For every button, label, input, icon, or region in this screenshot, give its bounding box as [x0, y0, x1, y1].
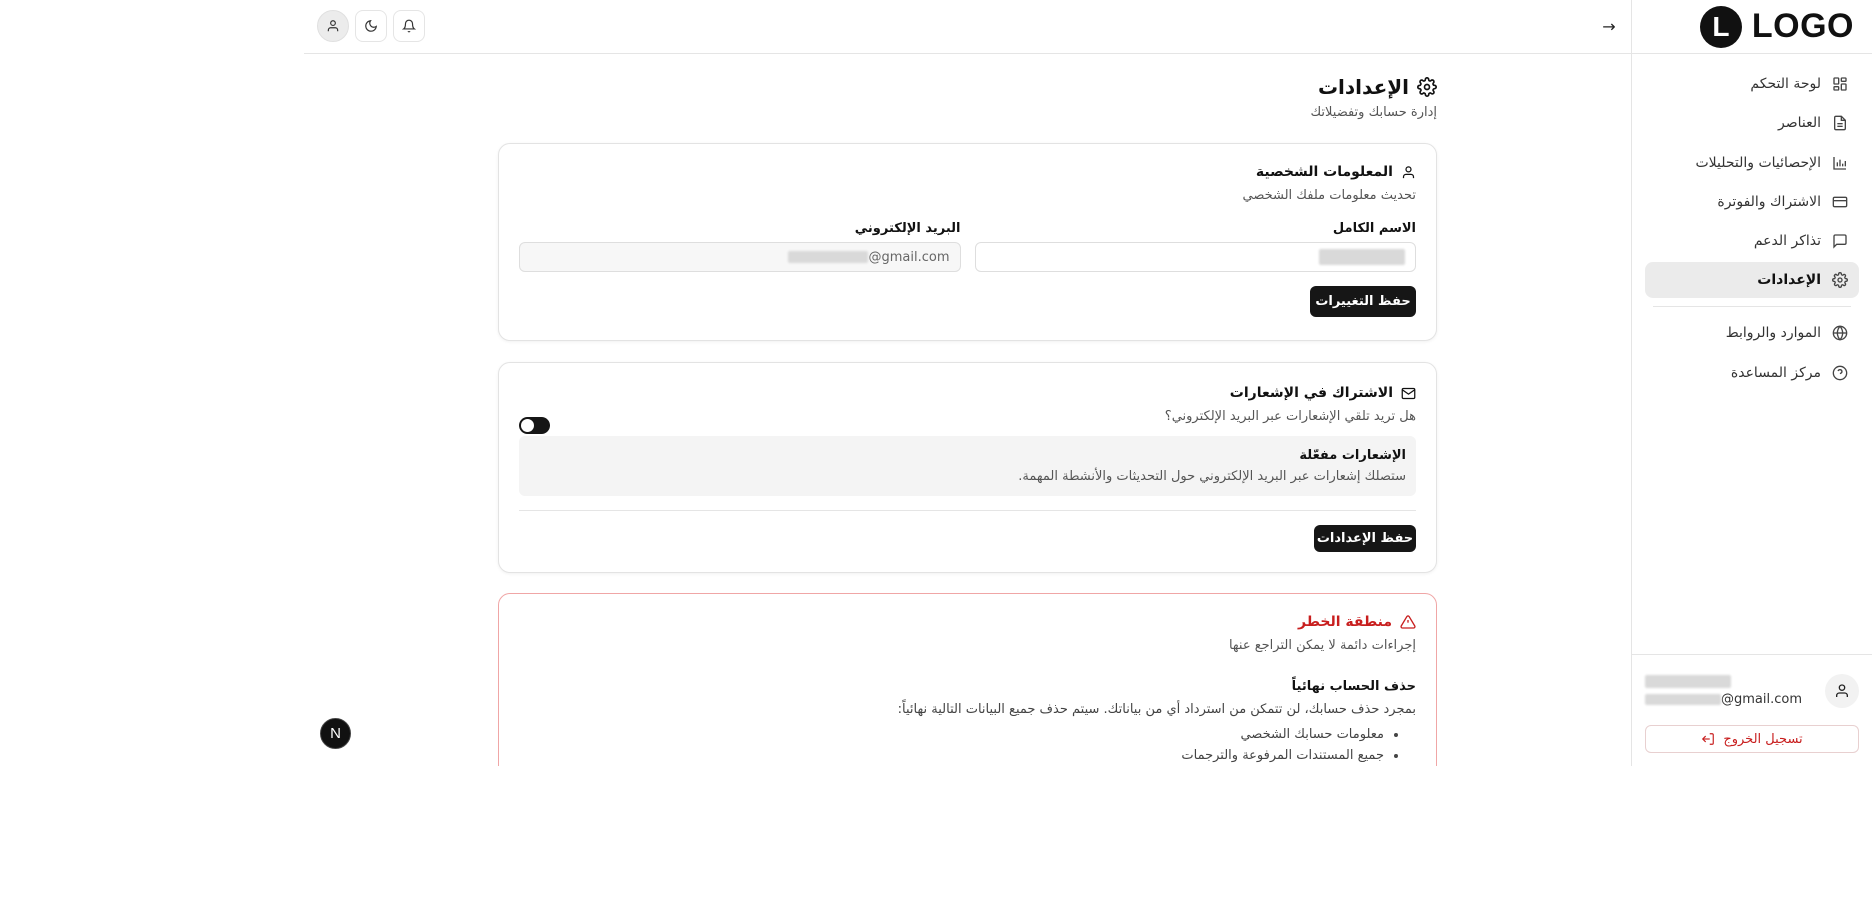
delete-account-text: بمجرد حذف حسابك، لن تتمكن من استرداد أي …	[897, 702, 1416, 717]
nextjs-dev-badge[interactable]: N	[320, 718, 351, 749]
full-name-field: الاسم الكامل	[974, 221, 1416, 272]
list-item: جميع المستندات المرفوعة والترجمات	[519, 748, 1384, 763]
user-email: @gmail.com	[1645, 692, 1802, 707]
danger-desc: إجراءات دائمة لا يمكن التراجع عنها	[1228, 638, 1416, 653]
globe-icon	[1831, 324, 1849, 342]
dashboard-icon	[1831, 75, 1849, 93]
sidebar-toggle-arrow-icon[interactable]: →	[1599, 16, 1619, 36]
notice-desc: ستصلك إشعارات عبر البريد الإلكتروني حول …	[1018, 469, 1406, 484]
chat-icon	[1831, 232, 1849, 250]
page-subtitle: إدارة حسابك وتفضيلاتك	[1310, 105, 1437, 120]
sidebar-item-label: العناصر	[1777, 115, 1821, 132]
sidebar-item-analytics[interactable]: الإحصائيات والتحليلات	[1645, 145, 1859, 181]
user-menu-button[interactable]	[317, 10, 349, 42]
warning-icon	[1400, 615, 1416, 629]
logo-text: LOGO	[1751, 7, 1854, 45]
sidebar-item-label: لوحة التحكم	[1750, 76, 1821, 92]
notifications-desc: هل تريد تلقي الإشعارات عبر البريد الإلكت…	[1164, 409, 1416, 424]
sidebar: LOGO L لوحة التحكم العناصر الإحصائيات وا…	[1631, 0, 1872, 766]
profile-fields: الاسم الكامل البريد الإلكتروني @gmail.co…	[519, 221, 1416, 272]
sidebar-item-dashboard[interactable]: لوحة التحكم	[1645, 66, 1859, 102]
page-title-row: الإعدادات	[1310, 75, 1437, 99]
bell-icon	[402, 19, 416, 33]
save-changes-button[interactable]: حفظ التغييرات	[1310, 286, 1416, 317]
mail-icon	[1401, 387, 1416, 399]
deleted-data-list: معلومات حسابك الشخصي جميع المستندات المر…	[519, 727, 1416, 763]
email-input: @gmail.com	[519, 242, 961, 272]
logout-icon	[1702, 733, 1715, 745]
topbar: →	[304, 0, 1631, 54]
sidebar-item-support[interactable]: تذاكر الدعم	[1645, 223, 1859, 259]
save-settings-button[interactable]: حفظ الإعدادات	[1314, 525, 1416, 552]
danger-title-row: منطقة الخطر	[519, 614, 1416, 630]
topbar-actions	[317, 10, 425, 42]
card-divider	[519, 510, 1416, 511]
logo-mark: L	[1699, 5, 1742, 48]
full-name-input[interactable]	[974, 242, 1416, 272]
sidebar-item-label: تذاكر الدعم	[1753, 233, 1821, 250]
page-title: الإعدادات	[1317, 75, 1409, 99]
personal-info-desc: تحديث معلومات ملفك الشخصي	[1242, 188, 1416, 203]
help-circle-icon	[1831, 364, 1849, 382]
notifications-toggle[interactable]	[519, 417, 550, 434]
document-icon	[1831, 114, 1849, 132]
moon-icon	[365, 20, 377, 32]
email-suffix: @gmail.com	[868, 249, 950, 265]
sidebar-item-label: الإعدادات	[1757, 272, 1821, 289]
logout-button[interactable]: تسجيل الخروج	[1645, 725, 1859, 753]
email-label: البريد الإلكتروني	[854, 221, 961, 236]
user-icon	[327, 20, 339, 32]
notifications-card: الاشتراك في الإشعارات هل تريد تلقي الإشع…	[498, 362, 1437, 573]
notifications-title-row: الاشتراك في الإشعارات	[519, 385, 1416, 401]
delete-account-title: حذف الحساب نهائياً	[1291, 679, 1416, 694]
sidebar-item-settings[interactable]: الإعدادات	[1645, 262, 1859, 299]
sidebar-nav: لوحة التحكم العناصر الإحصائيات والتحليلا…	[1632, 54, 1872, 391]
user-icon	[1836, 684, 1848, 697]
danger-title: منطقة الخطر	[1298, 614, 1392, 630]
nav-divider	[1653, 306, 1851, 308]
notifications-title: الاشتراك في الإشعارات	[1229, 385, 1393, 401]
user-area: @gmail.com تسجيل الخروج	[1632, 654, 1872, 766]
notifications-button[interactable]	[393, 10, 425, 42]
page-header: الإعدادات إدارة حسابك وتفضيلاتك	[1310, 75, 1437, 120]
personal-info-card: المعلومات الشخصية تحديث معلومات ملفك الش…	[498, 143, 1437, 341]
notice-title: الإشعارات مفعّلة	[1299, 448, 1406, 463]
gear-icon	[1417, 77, 1437, 97]
user-name-redacted	[1645, 675, 1731, 688]
email-field: البريد الإلكتروني @gmail.com	[519, 221, 961, 272]
sidebar-item-help[interactable]: مركز المساعدة	[1645, 355, 1859, 391]
email-redacted	[788, 251, 869, 263]
list-item: معلومات حسابك الشخصي	[519, 727, 1384, 742]
user-icon	[1402, 165, 1415, 178]
avatar	[1825, 674, 1859, 708]
logo-area: LOGO L	[1632, 0, 1872, 54]
full-name-label: الاسم الكامل	[1332, 221, 1416, 236]
main-content: الإعدادات إدارة حسابك وتفضيلاتك المعلوما…	[304, 55, 1631, 766]
user-text: @gmail.com	[1645, 675, 1815, 707]
sidebar-item-label: مركز المساعدة	[1730, 364, 1821, 381]
logout-label: تسجيل الخروج	[1723, 731, 1803, 747]
sidebar-item-items[interactable]: العناصر	[1645, 105, 1859, 141]
bar-chart-icon	[1831, 154, 1849, 172]
notifications-notice: الإشعارات مفعّلة ستصلك إشعارات عبر البري…	[519, 436, 1416, 496]
personal-info-title-row: المعلومات الشخصية	[519, 164, 1416, 180]
sidebar-item-label: الموارد والروابط	[1725, 325, 1821, 342]
sidebar-item-label: الإحصائيات والتحليلات	[1695, 154, 1821, 171]
credit-card-icon	[1831, 193, 1849, 211]
sidebar-item-billing[interactable]: الاشتراك والفوترة	[1645, 184, 1859, 220]
email-value: @gmail.com	[788, 249, 950, 265]
theme-toggle-button[interactable]	[355, 10, 387, 42]
sidebar-item-resources[interactable]: الموارد والروابط	[1645, 315, 1859, 351]
full-name-redacted	[1319, 249, 1405, 265]
user-email-redacted	[1645, 694, 1721, 705]
personal-info-title: المعلومات الشخصية	[1255, 164, 1393, 180]
logo[interactable]: LOGO L	[1699, 5, 1854, 48]
user-email-suffix: @gmail.com	[1721, 692, 1803, 707]
user-profile[interactable]: @gmail.com	[1645, 669, 1859, 713]
gear-icon	[1831, 271, 1849, 289]
danger-zone-card: منطقة الخطر إجراءات دائمة لا يمكن التراج…	[498, 593, 1437, 766]
sidebar-item-label: الاشتراك والفوترة	[1717, 193, 1821, 210]
